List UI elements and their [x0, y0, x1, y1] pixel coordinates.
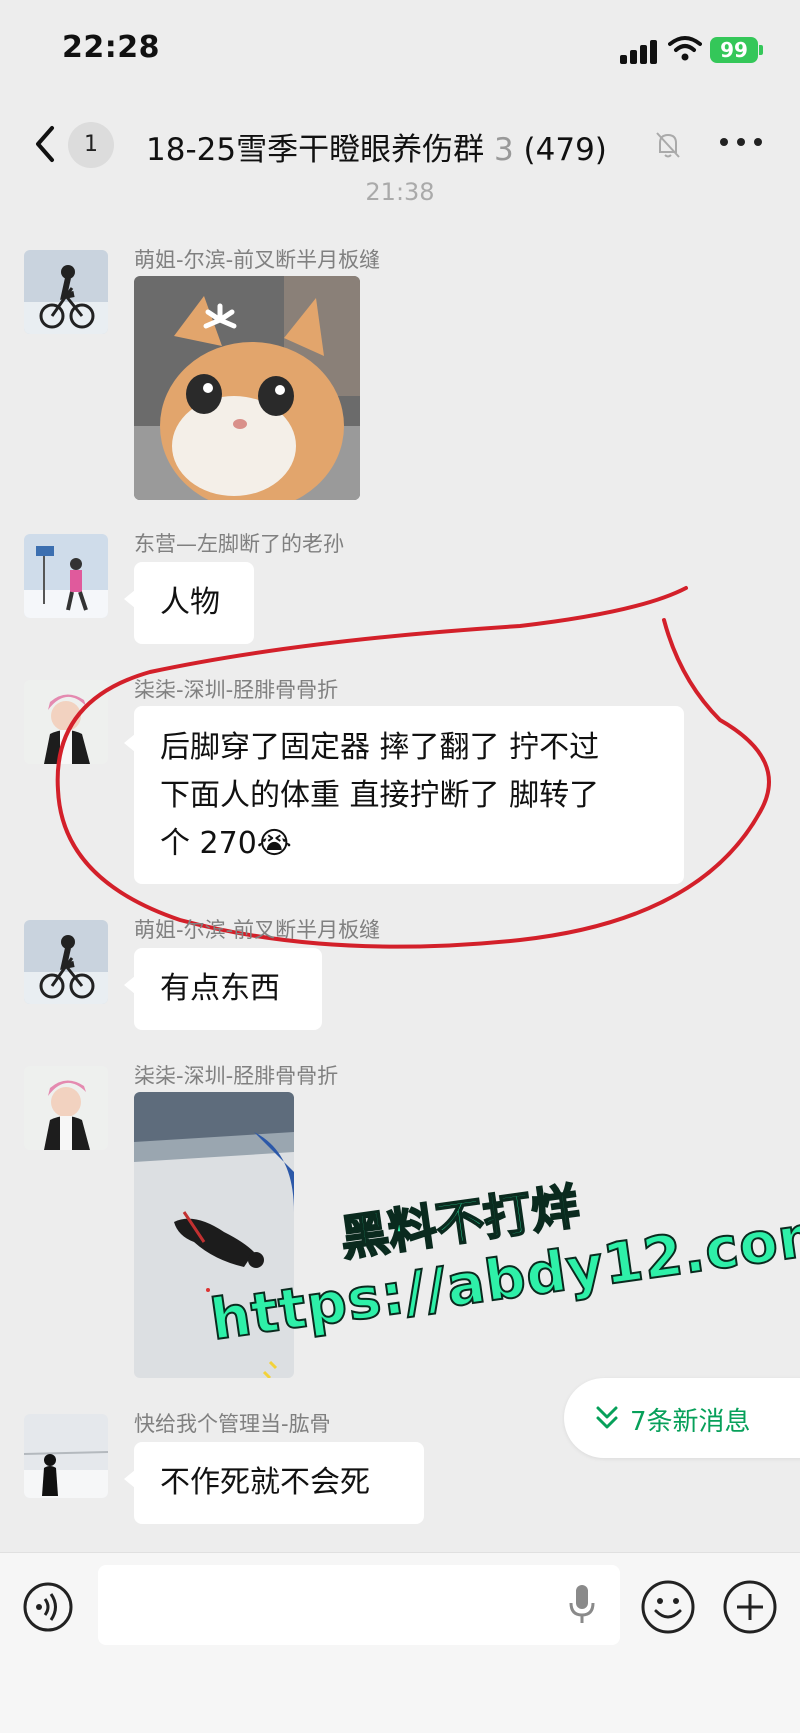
- message-input[interactable]: [98, 1565, 620, 1645]
- status-bar: 22:28 99: [0, 0, 800, 100]
- message-text: 人物: [160, 585, 220, 620]
- signal-icon: [620, 38, 660, 64]
- chat-title[interactable]: 18-25雪季干瞪眼养伤群 3 (479): [146, 124, 607, 169]
- message-bubble[interactable]: 后脚穿了固定器 摔了翻了 拧不过 下面人的体重 直接拧断了 脚转了 个 270😭: [124, 706, 684, 884]
- double-chevron-down-icon: [596, 1406, 618, 1429]
- chat-title-suffix: 3: [493, 132, 514, 168]
- message-text: 不作死就不会死: [160, 1465, 370, 1500]
- microphone-icon[interactable]: [568, 1583, 596, 1627]
- avatar[interactable]: [24, 1066, 108, 1150]
- message-timestamp: 21:38: [365, 178, 435, 206]
- battery-cap: [759, 45, 763, 55]
- message-text-line: 后脚穿了固定器 摔了翻了 拧不过: [160, 730, 600, 765]
- sender-name: 柒柒-深圳-胫腓骨骨折: [134, 1064, 339, 1088]
- back-icon[interactable]: [28, 120, 64, 168]
- sender-name: 萌姐-尔滨-前叉断半月板缝: [134, 248, 381, 272]
- unread-count-badge[interactable]: 1: [68, 122, 114, 168]
- message-bubble[interactable]: 不作死就不会死: [124, 1442, 424, 1524]
- emoji-icon[interactable]: [640, 1579, 696, 1635]
- status-time: 22:28: [62, 30, 160, 65]
- message-bubble[interactable]: 人物: [124, 562, 254, 644]
- sender-name: 东营—左脚断了的老孙: [134, 532, 344, 556]
- chat-header: 1 18-25雪季干瞪眼养伤群 3 (479): [0, 100, 800, 188]
- input-bar: [0, 1552, 800, 1733]
- avatar[interactable]: [24, 1414, 108, 1498]
- message-bubble[interactable]: 有点东西: [124, 948, 322, 1030]
- new-messages-button[interactable]: 7条新消息: [564, 1378, 800, 1458]
- cat-photo[interactable]: [134, 276, 360, 500]
- chat-title-text: 18-25雪季干瞪眼养伤群: [146, 132, 485, 168]
- message-text-line: 下面人的体重 直接拧断了 脚转了: [160, 778, 600, 813]
- more-options-icon[interactable]: [720, 138, 764, 150]
- member-count: (479): [523, 132, 607, 168]
- message-text: 有点东西: [160, 971, 280, 1006]
- message-text-line: 个 270😭: [160, 826, 292, 861]
- battery-icon: 99: [710, 37, 758, 63]
- wifi-icon: [668, 36, 702, 61]
- mute-bell-icon: [656, 132, 680, 158]
- avatar[interactable]: [24, 920, 108, 1004]
- voice-mode-icon[interactable]: [22, 1581, 74, 1633]
- new-messages-label: 7条新消息: [630, 1407, 751, 1437]
- avatar[interactable]: [24, 250, 108, 334]
- avatar[interactable]: [24, 534, 108, 618]
- sender-name: 柒柒-深圳-胫腓骨骨折: [134, 678, 339, 702]
- plus-icon[interactable]: [722, 1579, 778, 1635]
- sender-name: 萌姐-尔滨-前叉断半月板缝: [134, 918, 381, 942]
- sender-name: 快给我个管理当-肱骨: [134, 1412, 331, 1436]
- avatar[interactable]: [24, 680, 108, 764]
